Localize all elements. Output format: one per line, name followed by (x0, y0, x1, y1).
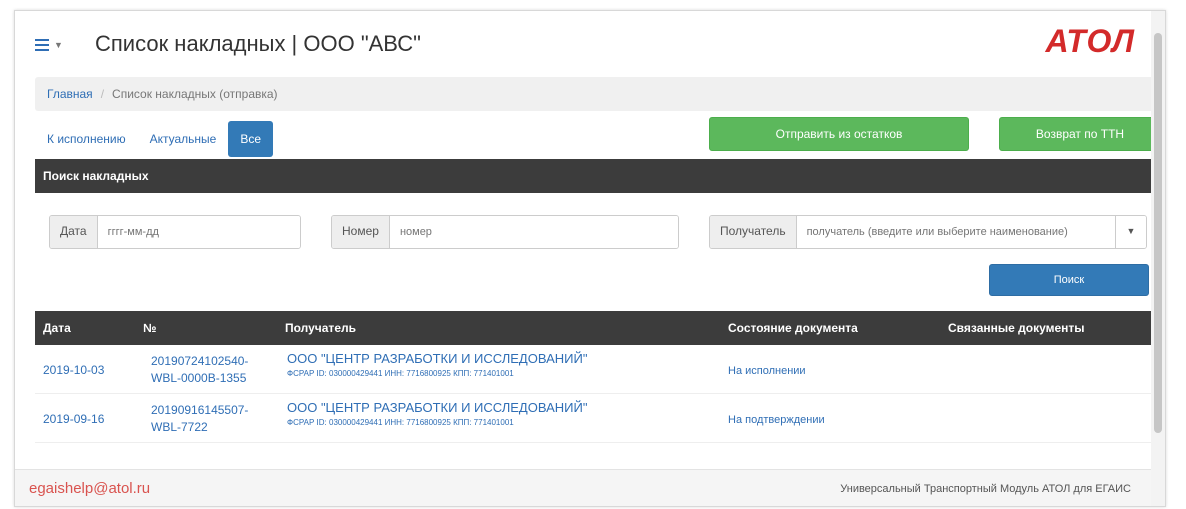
atol-logo: АТОЛ (1045, 23, 1135, 59)
column-number[interactable]: № (143, 311, 156, 345)
recipient-meta: ФСРАР ID: 030000429441 ИНН: 7716800925 К… (287, 418, 514, 427)
breadcrumb-home-link[interactable]: Главная (47, 87, 93, 101)
recipient-filter: Получатель ▼ (709, 215, 1147, 249)
row-number-line1: 20190724102540- (151, 354, 249, 368)
app-window: ▼ Список накладных | ООО "АВС" АТОЛ Глав… (14, 10, 1166, 507)
row-number[interactable]: 20190916145507- WBL-7722 (151, 402, 248, 436)
search-button[interactable]: Поиск (989, 264, 1149, 296)
row-number-line2: WBL-7722 (151, 420, 208, 434)
column-state[interactable]: Состояние документа (728, 311, 858, 345)
page-footer: egaishelp@atol.ru Универсальный Транспор… (15, 469, 1151, 506)
scrollbar-thumb[interactable] (1154, 33, 1162, 433)
hamburger-icon (35, 39, 49, 51)
recipient-name: ООО "ЦЕНТР РАЗРАБОТКИ И ИССЛЕДОВАНИЙ" (287, 351, 588, 366)
column-recipient[interactable]: Получатель (285, 311, 356, 345)
recipient-meta: ФСРАР ID: 030000429441 ИНН: 7716800925 К… (287, 369, 514, 378)
product-note: Универсальный Транспортный Модуль АТОЛ д… (840, 483, 1131, 495)
recipient-name: ООО "ЦЕНТР РАЗРАБОТКИ И ИССЛЕДОВАНИЙ" (287, 400, 588, 415)
row-state[interactable]: На подтверждении (728, 414, 825, 426)
send-from-stock-button[interactable]: Отправить из остатков (709, 117, 969, 151)
row-date[interactable]: 2019-09-16 (43, 412, 104, 426)
number-input[interactable] (389, 216, 678, 248)
chevron-down-icon: ▼ (54, 40, 63, 50)
vertical-scrollbar[interactable] (1151, 11, 1165, 506)
page-title: Список накладных | ООО "АВС" (95, 31, 421, 56)
waybill-table: Дата № Получатель Состояние документа Св… (35, 311, 1160, 443)
return-ttn-button[interactable]: Возврат по ТТН (999, 117, 1161, 151)
row-number[interactable]: 20190724102540- WBL-0000B-1355 (151, 353, 248, 387)
column-date[interactable]: Дата (43, 311, 71, 345)
number-filter: Номер (331, 215, 679, 249)
tab-actual[interactable]: Актуальные (138, 121, 229, 157)
status-tabs: К исполнению Актуальные Все (35, 121, 274, 157)
date-filter: Дата (49, 215, 301, 249)
tab-all[interactable]: Все (228, 121, 274, 157)
date-label: Дата (50, 216, 98, 248)
number-label: Номер (332, 216, 390, 248)
table-header: Дата № Получатель Состояние документа Св… (35, 311, 1160, 345)
recipient-dropdown-button[interactable]: ▼ (1115, 216, 1146, 248)
search-panel-title: Поиск накладных (35, 159, 1160, 193)
row-recipient[interactable]: ООО "ЦЕНТР РАЗРАБОТКИ И ИССЛЕДОВАНИЙ" ФС… (287, 400, 587, 427)
row-date[interactable]: 2019-10-03 (43, 363, 104, 377)
column-related[interactable]: Связанные документы (948, 311, 1085, 345)
support-email-link[interactable]: egaishelp@atol.ru (29, 480, 150, 497)
row-recipient[interactable]: ООО "ЦЕНТР РАЗРАБОТКИ И ИССЛЕДОВАНИЙ" ФС… (287, 351, 587, 378)
recipient-label: Получатель (710, 216, 797, 248)
breadcrumb-separator: / (100, 87, 105, 101)
row-number-line1: 20190916145507- (151, 403, 249, 417)
table-row[interactable]: 2019-09-16 20190916145507- WBL-7722 ООО … (35, 394, 1160, 443)
row-number-line2: WBL-0000B-1355 (151, 371, 247, 385)
page-header: ▼ Список накладных | ООО "АВС" АТОЛ (15, 11, 1151, 79)
breadcrumb-current: Список накладных (отправка) (112, 87, 278, 101)
date-input[interactable] (97, 216, 300, 248)
menu-button[interactable]: ▼ (35, 33, 69, 57)
breadcrumb: Главная / Список накладных (отправка) (35, 77, 1160, 111)
row-state[interactable]: На исполнении (728, 365, 806, 377)
recipient-input[interactable] (796, 216, 1115, 248)
tab-to-execute[interactable]: К исполнению (35, 121, 138, 157)
table-row[interactable]: 2019-10-03 20190724102540- WBL-0000B-135… (35, 345, 1160, 394)
